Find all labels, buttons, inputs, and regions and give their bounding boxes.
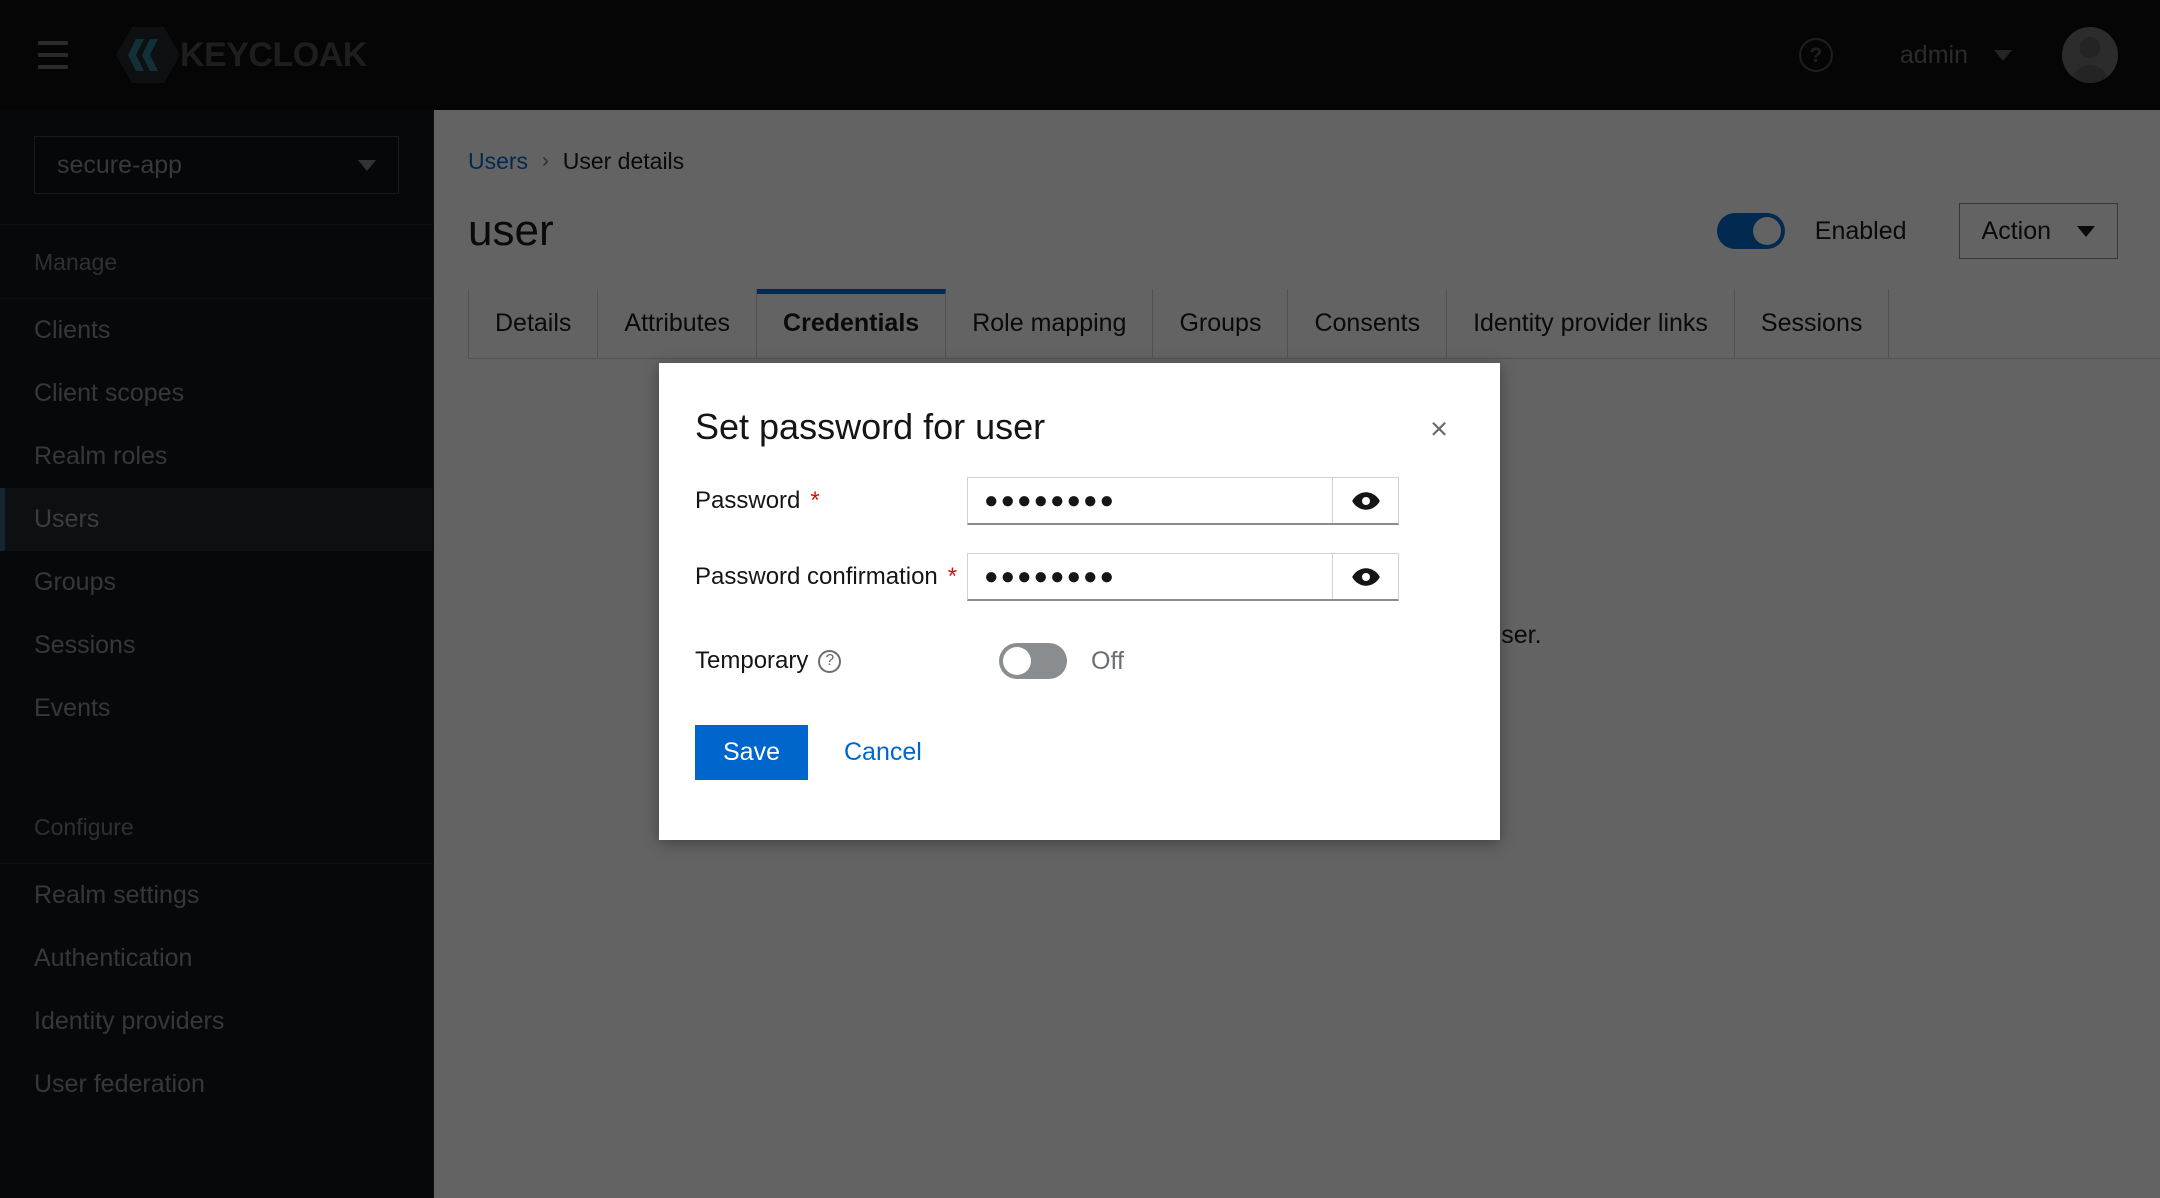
temporary-label-wrapper: Temporary ? bbox=[695, 647, 967, 675]
password-field-row: Password * bbox=[659, 477, 1500, 525]
password-visibility-toggle-button[interactable] bbox=[1332, 478, 1398, 523]
password-input[interactable] bbox=[968, 478, 1332, 523]
toggle-knob bbox=[1003, 647, 1031, 675]
modal-footer: Save Cancel bbox=[659, 725, 1500, 780]
password-confirmation-visibility-toggle-button[interactable] bbox=[1332, 554, 1398, 599]
password-label-wrapper: Password * bbox=[695, 487, 967, 515]
password-confirmation-field-row: Password confirmation * bbox=[659, 553, 1500, 601]
password-label: Password bbox=[695, 487, 800, 515]
modal-header: Set password for user × bbox=[659, 363, 1500, 449]
keycloak-admin-console: KEYCLOAK ? admin secure-app Manage bbox=[0, 0, 2160, 1198]
eye-icon bbox=[1351, 562, 1381, 592]
cancel-button[interactable]: Cancel bbox=[834, 725, 932, 780]
close-icon[interactable]: × bbox=[1418, 407, 1460, 449]
password-confirmation-input-group bbox=[967, 553, 1399, 601]
temporary-toggle[interactable] bbox=[999, 643, 1067, 679]
required-marker: * bbox=[948, 563, 957, 591]
password-confirmation-input[interactable] bbox=[968, 554, 1332, 599]
temporary-label: Temporary bbox=[695, 647, 808, 675]
required-marker: * bbox=[810, 487, 819, 515]
password-confirmation-label: Password confirmation bbox=[695, 563, 938, 591]
temporary-toggle-state: Off bbox=[1091, 647, 1124, 676]
password-input-group bbox=[967, 477, 1399, 525]
password-confirmation-label-wrapper: Password confirmation * bbox=[695, 563, 967, 591]
save-button[interactable]: Save bbox=[695, 725, 808, 780]
set-password-modal: Set password for user × Password * Pas bbox=[659, 363, 1500, 840]
help-circle-icon[interactable]: ? bbox=[818, 650, 841, 673]
temporary-field-row: Temporary ? Off bbox=[659, 643, 1500, 679]
eye-icon bbox=[1351, 486, 1381, 516]
modal-title: Set password for user bbox=[695, 407, 1045, 447]
